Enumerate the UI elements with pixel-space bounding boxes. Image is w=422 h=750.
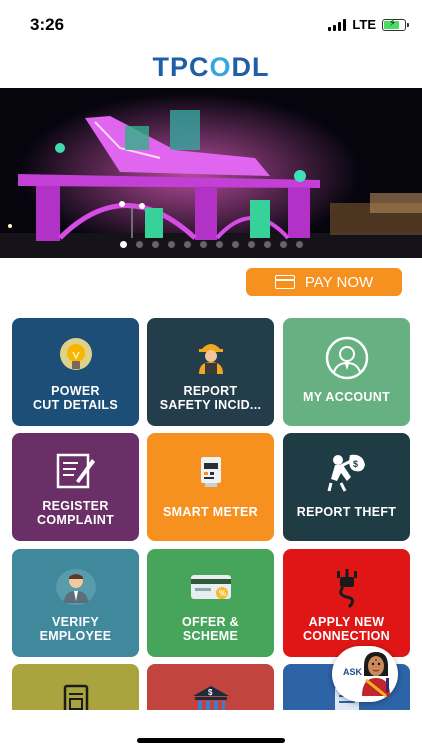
tile-label: REPORT THEFT [296, 505, 397, 519]
bottom-safe-area [0, 710, 422, 750]
credit-card-icon [274, 275, 295, 289]
app-logo: TPCODL [0, 52, 422, 84]
logo-power-o: O [209, 52, 232, 82]
carousel-dot[interactable] [263, 241, 271, 248]
report-safety-incident-tile[interactable]: REPORT SAFETY INCID... [147, 318, 274, 426]
tile-label: REGISTER COMPLAINT [37, 499, 114, 527]
carousel-dot[interactable] [215, 241, 223, 248]
status-time: 3:26 [30, 15, 65, 34]
carousel-dot[interactable] [247, 241, 255, 248]
carousel-dot[interactable] [135, 241, 143, 248]
tile-label: MY ACCOUNT [302, 390, 391, 404]
verify-employee-tile[interactable]: VERIFY EMPLOYEE [12, 549, 139, 657]
charging-bolt-icon: ⚡ [389, 17, 397, 29]
carousel-dot[interactable] [279, 241, 287, 248]
ask-assistant-button[interactable]: ASK [332, 646, 398, 702]
plug-icon [283, 567, 410, 609]
power-cut-details-tile[interactable]: POWER CUT DETAILS [12, 318, 139, 426]
pay-now-button[interactable]: PAY NOW [246, 268, 402, 296]
banner-image [0, 88, 422, 258]
banner-carousel[interactable] [0, 88, 422, 258]
carousel-dot[interactable] [183, 241, 191, 248]
offer-card-icon: % [147, 567, 274, 607]
carousel-dot[interactable] [167, 241, 175, 248]
cellular-signal-icon [328, 18, 347, 31]
report-theft-tile[interactable]: $ REPORT THEFT [283, 433, 410, 541]
tile-label: APPLY NEW CONNECTION [302, 615, 391, 643]
carousel-dot[interactable] [231, 241, 239, 248]
home-indicator[interactable] [137, 738, 285, 743]
employee-icon [12, 567, 139, 607]
bulb-icon [12, 336, 139, 376]
tile-label: REPORT SAFETY INCID... [159, 384, 262, 412]
complaint-icon [12, 451, 139, 491]
account-icon [283, 336, 410, 380]
apply-new-connection-tile[interactable]: APPLY NEW CONNECTION [283, 549, 410, 657]
meter-icon [147, 451, 274, 491]
svg-text:$: $ [353, 459, 358, 469]
smart-meter-tile[interactable]: SMART METER [147, 433, 274, 541]
tile-label: SMART METER [163, 505, 258, 519]
carousel-dot[interactable] [151, 241, 159, 248]
tile-label: POWER CUT DETAILS [32, 384, 118, 412]
network-type: LTE [352, 17, 376, 32]
status-bar: 3:26 LTE ⚡ [0, 0, 422, 50]
status-indicators: LTE ⚡ [328, 17, 409, 32]
logo-text: TPCODL [152, 52, 270, 82]
carousel-indicators [0, 241, 422, 249]
svg-text:%: % [219, 589, 226, 598]
register-complaint-tile[interactable]: REGISTER COMPLAINT [12, 433, 139, 541]
pay-now-label: PAY NOW [304, 273, 374, 291]
tile-label: OFFER & SCHEME [182, 615, 239, 643]
battery-icon: ⚡ [382, 17, 409, 31]
assistant-avatar-icon [362, 652, 390, 698]
svg-text:$: $ [208, 688, 213, 697]
carousel-dot[interactable] [119, 241, 127, 248]
worker-icon [147, 336, 274, 376]
my-account-tile[interactable]: MY ACCOUNT [283, 318, 410, 426]
carousel-dot[interactable] [199, 241, 207, 248]
theft-icon: $ [283, 451, 410, 492]
tile-label: VERIFY EMPLOYEE [39, 615, 112, 643]
offer-scheme-tile[interactable]: % OFFER & SCHEME [147, 549, 274, 657]
carousel-dot[interactable] [295, 241, 303, 248]
